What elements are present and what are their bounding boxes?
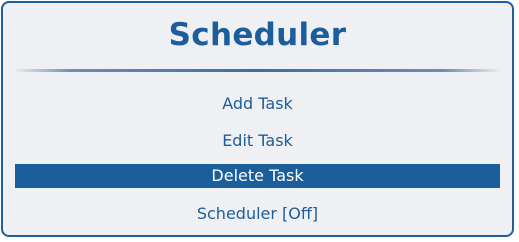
scheduler-menu-list: Add Task Edit Task Delete Task Scheduler… (3, 85, 512, 232)
scheduler-menu-panel: Scheduler Add Task Edit Task Delete Task… (1, 1, 514, 237)
add-task-menu-item[interactable]: Add Task (15, 85, 500, 122)
scheduler-toggle-menu-item[interactable]: Scheduler [Off] (15, 195, 500, 232)
scheduler-title: Scheduler (168, 17, 347, 53)
delete-task-menu-item[interactable]: Delete Task (15, 164, 500, 188)
edit-task-menu-item[interactable]: Edit Task (15, 122, 500, 159)
title-divider (13, 69, 502, 72)
